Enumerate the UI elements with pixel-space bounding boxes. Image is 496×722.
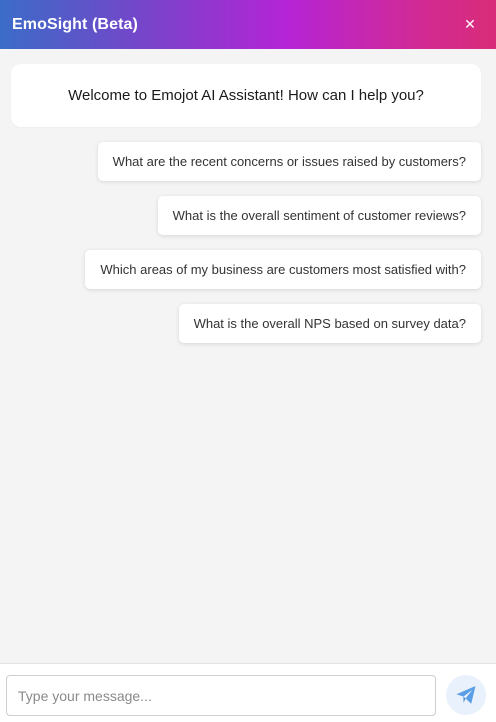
suggestion-chip[interactable]: What is the overall NPS based on survey … [178, 304, 481, 343]
close-icon: ✕ [464, 16, 476, 32]
close-button[interactable]: ✕ [458, 13, 482, 37]
suggestion-list: What are the recent concerns or issues r… [85, 142, 481, 343]
chat-header: EmoSight (Beta) ✕ [0, 0, 496, 49]
chat-title: EmoSight (Beta) [12, 15, 138, 33]
send-button[interactable] [446, 675, 486, 715]
suggestion-chip[interactable]: What is the overall sentiment of custome… [157, 196, 481, 235]
chat-widget: EmoSight (Beta) ✕ Welcome to Emojot AI A… [0, 0, 496, 722]
welcome-text: Welcome to Emojot AI Assistant! How can … [68, 87, 424, 104]
suggestion-chip[interactable]: What are the recent concerns or issues r… [97, 142, 481, 181]
message-input[interactable] [6, 675, 436, 716]
composer [0, 663, 496, 722]
suggestion-chip[interactable]: Which areas of my business are customers… [85, 250, 481, 289]
paper-plane-icon [456, 686, 476, 704]
welcome-message: Welcome to Emojot AI Assistant! How can … [11, 64, 481, 127]
